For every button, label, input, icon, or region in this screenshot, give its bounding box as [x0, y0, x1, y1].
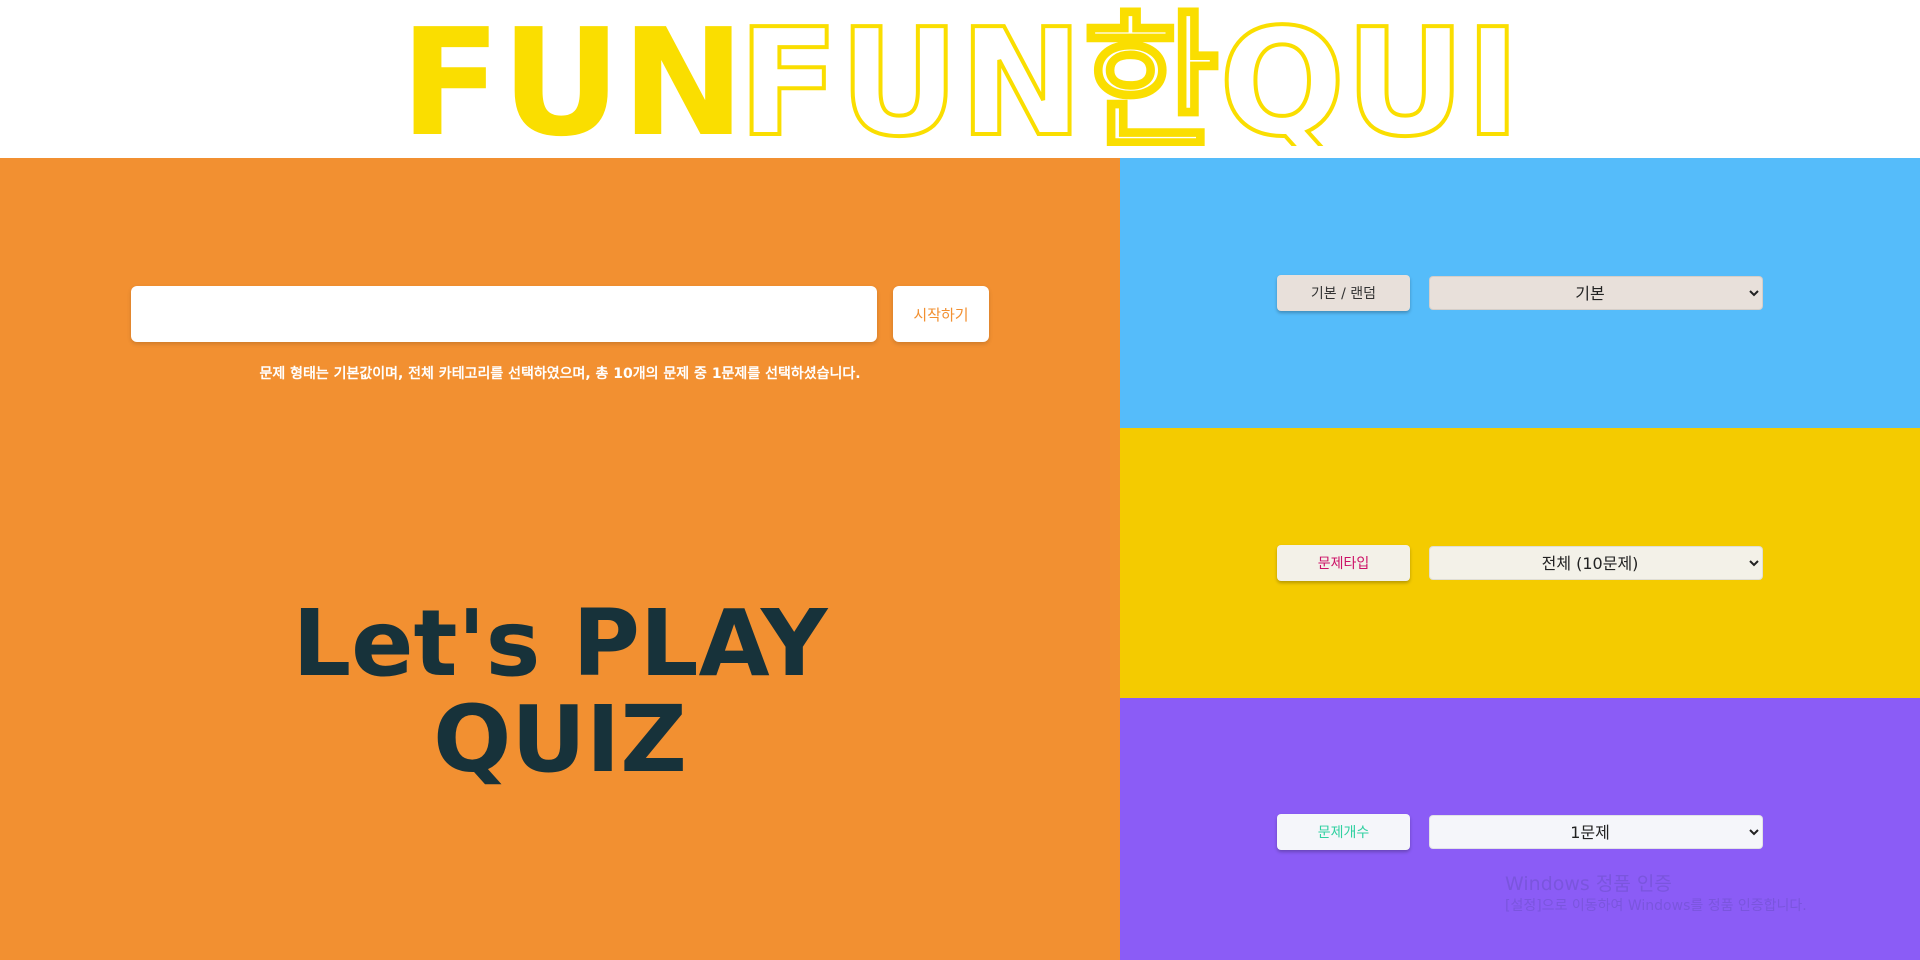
logo-fill-text: FUN [400, 6, 745, 146]
question-type-select[interactable]: 전체 (10문제) [1429, 546, 1763, 580]
question-count-select[interactable]: 1문제 [1429, 815, 1763, 849]
question-type-label-button[interactable]: 문제타입 [1277, 545, 1410, 581]
question-count-section: 문제개수 1문제 [1120, 698, 1920, 960]
header: FUN FUN한QUIZ [0, 0, 1920, 158]
quiz-options-panel: 기본 / 랜덤 기본 문제타입 전체 (10문제) 문제개수 1문제 [1120, 158, 1920, 960]
quiz-start-panel: 시작하기 문제 형태는 기본값이며, 전체 카테고리를 선택하였으며, 총 10… [0, 158, 1120, 960]
mode-label-button[interactable]: 기본 / 랜덤 [1277, 275, 1410, 311]
windows-activation-watermark: Windows 정품 인증 [설정]으로 이동하여 Windows를 정품 인증… [1505, 872, 1807, 916]
app-logo: FUN FUN한QUIZ [400, 6, 1520, 146]
quiz-name-input[interactable] [131, 286, 877, 342]
mode-select[interactable]: 기본 [1429, 276, 1763, 310]
hero-title-line-1: Let's PLAY [292, 590, 828, 697]
start-quiz-button[interactable]: 시작하기 [893, 286, 989, 342]
question-type-section: 문제타입 전체 (10문제) [1120, 428, 1920, 698]
hero-title-line-2: QUIZ [433, 686, 687, 793]
logo-outline-text: FUN한QUIZ [738, 6, 1520, 146]
watermark-title: Windows 정품 인증 [1505, 873, 1672, 895]
mode-section: 기본 / 랜덤 기본 [1120, 158, 1920, 428]
question-count-label-button[interactable]: 문제개수 [1277, 814, 1410, 850]
watermark-subtitle: [설정]으로 이동하여 Windows를 정품 인증합니다. [1505, 898, 1807, 914]
hero-title: Let's PLAY QUIZ [0, 596, 1120, 788]
selection-summary: 문제 형태는 기본값이며, 전체 카테고리를 선택하였으며, 총 10개의 문제… [259, 366, 861, 382]
